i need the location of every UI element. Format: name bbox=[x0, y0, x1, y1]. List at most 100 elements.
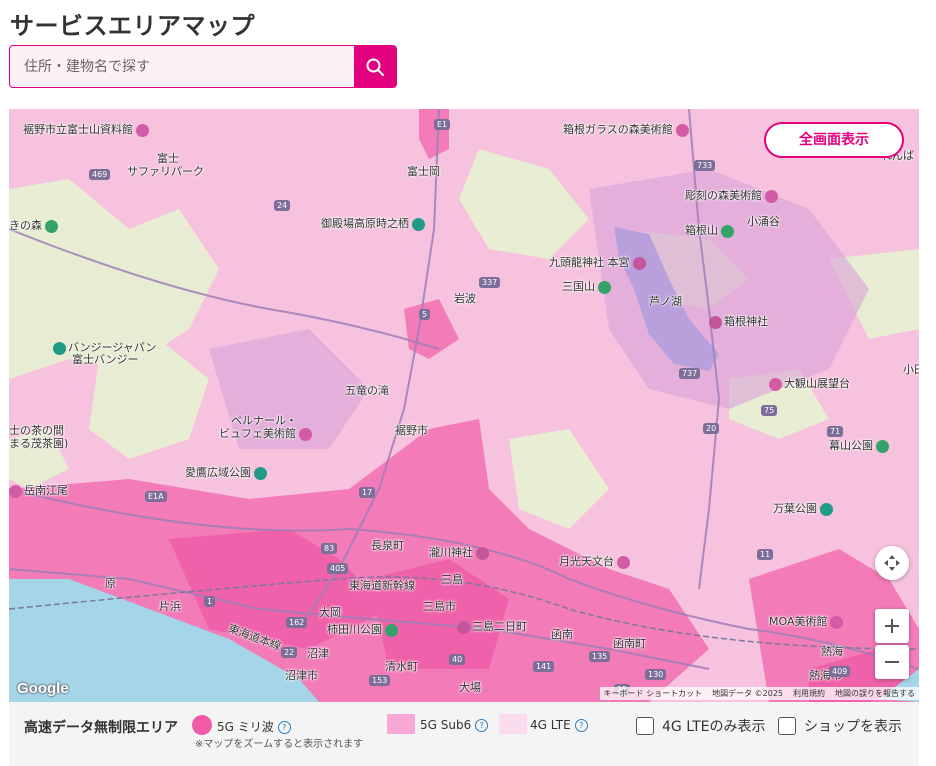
route-shield: 22 bbox=[281, 647, 298, 658]
place-label[interactable]: ビュフェ美術館 bbox=[219, 427, 314, 441]
route-shield: 405 bbox=[327, 563, 349, 574]
search-button[interactable] bbox=[354, 46, 396, 87]
temple-icon bbox=[709, 315, 722, 329]
checkbox-box[interactable] bbox=[636, 717, 654, 735]
place-label: 三島 bbox=[441, 573, 463, 586]
legend-item-mmwave: 5G ミリ波? bbox=[217, 718, 291, 735]
map-tiles bbox=[9, 109, 919, 702]
help-icon[interactable]: ? bbox=[574, 719, 588, 732]
attraction-icon bbox=[820, 502, 833, 516]
place-label: 裾野市 bbox=[395, 424, 428, 437]
route-shield: 130 bbox=[645, 669, 667, 680]
place-label[interactable]: 箱根ガラスの森美術館 bbox=[563, 123, 691, 137]
place-label[interactable]: 幕山公園 bbox=[829, 439, 891, 453]
crosshair-icon bbox=[884, 555, 900, 571]
legend-label: 4G LTE bbox=[530, 718, 571, 732]
help-icon[interactable]: ? bbox=[475, 719, 489, 732]
map-data-text: 地図データ ©2025 bbox=[712, 689, 783, 698]
search-input[interactable] bbox=[10, 46, 355, 87]
location-control[interactable] bbox=[875, 546, 909, 580]
zoom-in-button[interactable] bbox=[875, 609, 909, 643]
checkbox-box[interactable] bbox=[778, 717, 796, 735]
route-shield: 5 bbox=[419, 309, 431, 320]
route-shield: 409 bbox=[829, 666, 851, 677]
route-shield: 337 bbox=[479, 277, 501, 288]
terms-link[interactable]: 利用規約 bbox=[793, 688, 825, 699]
place-label[interactable]: 愛鷹広域公園 bbox=[185, 466, 269, 480]
legend-item-lte: 4G LTE? bbox=[530, 718, 588, 732]
place-label: 三島市 bbox=[423, 600, 456, 613]
place-label[interactable]: 裾野市立富士山資料館 bbox=[23, 123, 151, 137]
place-label[interactable]: 万葉公園 bbox=[773, 502, 835, 516]
place-label: 小涌谷 bbox=[747, 215, 780, 228]
legend-item-sub6: 5G Sub6? bbox=[420, 718, 489, 732]
place-label[interactable]: 岳南江尾 bbox=[9, 484, 68, 498]
search-bar bbox=[9, 45, 397, 88]
place-label[interactable]: 箱根山 bbox=[685, 224, 736, 238]
route-shield: 135 bbox=[589, 651, 611, 662]
temple-icon bbox=[476, 546, 489, 560]
route-shield: 1 bbox=[204, 596, 216, 607]
fullscreen-button[interactable]: 全画面表示 bbox=[764, 122, 904, 158]
attraction-icon bbox=[412, 217, 425, 231]
coverage-map[interactable]: 裾野市立富士山資料館 富士 サファリパーク 富士岡 御殿場高原時之栖 岩波 バン… bbox=[9, 109, 919, 702]
help-icon[interactable]: ? bbox=[277, 721, 291, 734]
museum-icon bbox=[830, 615, 844, 629]
place-label[interactable]: きの森 bbox=[9, 219, 60, 233]
park-icon bbox=[876, 439, 889, 453]
park-icon bbox=[385, 623, 398, 637]
legend-swatch-mmwave bbox=[192, 715, 212, 735]
checkbox-label: 4G LTEのみ表示 bbox=[662, 719, 766, 735]
place-label: 五竜の滝 bbox=[345, 384, 389, 397]
place-label: まる茂茶園) bbox=[9, 437, 69, 450]
place-label: 函南町 bbox=[613, 637, 646, 650]
attraction-icon bbox=[53, 341, 66, 355]
route-shield: 733 bbox=[694, 160, 716, 171]
temple-icon bbox=[632, 256, 646, 270]
place-label[interactable]: 箱根神社 bbox=[709, 315, 768, 329]
zoom-out-button[interactable] bbox=[875, 645, 909, 679]
route-shield: 40 bbox=[449, 654, 466, 665]
temple-icon bbox=[457, 620, 470, 634]
place-label[interactable]: 瀧川神社 bbox=[429, 546, 491, 560]
place-label[interactable]: 月光天文台 bbox=[559, 555, 632, 569]
route-shield: 20 bbox=[703, 423, 720, 434]
legend-label: 5G ミリ波 bbox=[217, 720, 274, 734]
place-label[interactable]: 三島二日町 bbox=[457, 620, 527, 634]
legend-label: 5G Sub6 bbox=[420, 718, 472, 732]
viewpoint-icon bbox=[769, 377, 782, 391]
legend-title: 高速データ無制限エリア bbox=[24, 720, 178, 736]
place-label: 大場 bbox=[459, 681, 481, 694]
report-error-link[interactable]: 地図の誤りを報告する bbox=[835, 688, 915, 699]
legend-swatch-sub6 bbox=[387, 714, 415, 734]
route-shield: 153 bbox=[369, 675, 391, 686]
place-label[interactable]: 大観山展望台 bbox=[769, 377, 850, 391]
lte-only-checkbox[interactable]: 4G LTEのみ表示 bbox=[636, 716, 765, 736]
place-label: 士の茶の間 bbox=[9, 424, 64, 437]
keyboard-shortcuts-link[interactable]: キーボード ショートカット bbox=[604, 688, 703, 699]
google-logo: Google bbox=[17, 680, 69, 697]
show-shops-checkbox[interactable]: ショップを表示 bbox=[778, 716, 902, 736]
museum-icon bbox=[765, 189, 778, 203]
place-label[interactable]: 三国山 bbox=[562, 280, 613, 294]
place-label[interactable]: 御殿場高原時之栖 bbox=[321, 217, 427, 231]
place-label[interactable]: 彫刻の森美術館 bbox=[685, 189, 780, 203]
place-label[interactable]: MOA美術館 bbox=[769, 615, 845, 629]
minus-icon bbox=[885, 661, 899, 663]
place-label: 片浜 bbox=[159, 600, 181, 613]
legend-swatch-lte bbox=[499, 714, 527, 734]
place-label: 沼津市 bbox=[285, 669, 318, 682]
place-label[interactable]: 九頭龍神社 本宮 bbox=[549, 256, 648, 270]
route-shield: E1 bbox=[434, 119, 451, 130]
legend-bar: 高速データ無制限エリア 5G ミリ波? ※マップをズームすると表示されます 5G… bbox=[9, 702, 919, 766]
museum-icon bbox=[617, 555, 630, 569]
route-shield: 24 bbox=[274, 200, 291, 211]
place-label: 函南 bbox=[551, 628, 573, 641]
place-label: 長泉町 bbox=[371, 539, 404, 552]
page-title: サービスエリアマップ bbox=[10, 12, 255, 40]
place-label[interactable]: 柿田川公園 bbox=[327, 623, 400, 637]
route-shield: 737 bbox=[679, 368, 701, 379]
mountain-icon bbox=[598, 280, 611, 294]
route-shield: 71 bbox=[827, 426, 844, 437]
mountain-icon bbox=[721, 224, 734, 238]
